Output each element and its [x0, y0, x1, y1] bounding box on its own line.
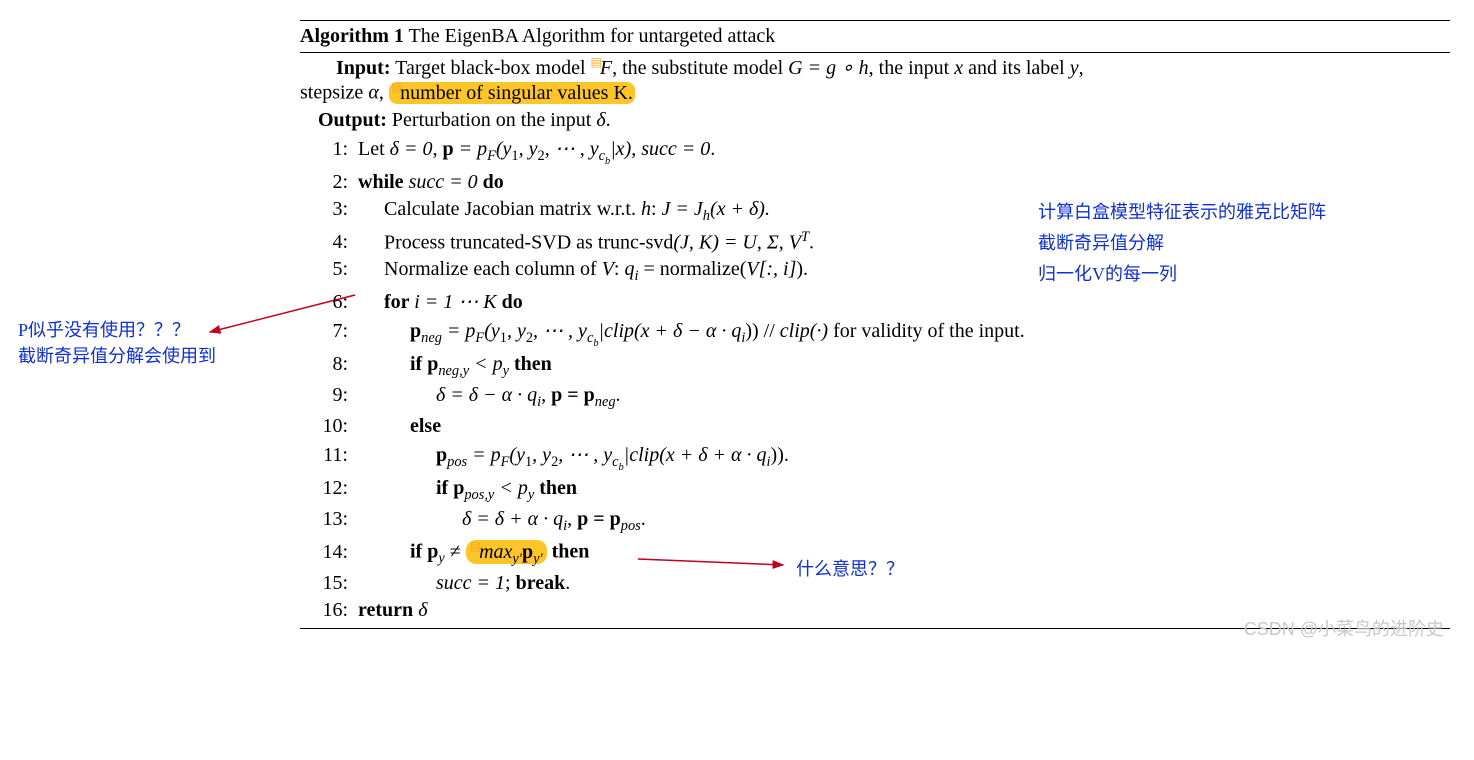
algo-line-12: 12: if ppos,y < py then: [300, 475, 1450, 506]
lineno: 9:: [300, 384, 358, 407]
annotation-line3: 计算白盒模型特征表示的雅克比矩阵: [1038, 198, 1326, 224]
annotation-left-line1: P似乎没有使用？？？: [18, 316, 216, 342]
lineno: 2:: [300, 171, 358, 194]
annotation-left: P似乎没有使用？？？ 截断奇异值分解会使用到: [18, 316, 216, 368]
algo-line-1: 1: Let δ = 0, p = pF(y1, y2, ⋯ , ycb|x),…: [300, 134, 1450, 169]
lineno: 6:: [300, 291, 358, 314]
input-text-5: ,: [1079, 57, 1084, 79]
input-text-3: , the input: [869, 57, 955, 79]
output-text: Perturbation on the input: [387, 109, 596, 131]
algo-line-3: 3: Calculate Jacobian matrix w.r.t. h: J…: [300, 196, 1450, 227]
algo-line-11: 11: ppos = pF(y1, y2, ⋯ , ycb|clip(x + δ…: [300, 440, 1450, 475]
algo-line-2: 2: while succ = 0 do: [300, 169, 1450, 196]
lineno: 12:: [300, 477, 358, 500]
output-section: Output: Perturbation on the input δ.: [300, 107, 1450, 134]
algo-line-6: 6: for i = 1 ⋯ K do: [300, 287, 1450, 316]
input-line2-1: stepsize: [300, 82, 368, 104]
lineno: 15:: [300, 572, 358, 595]
watermark: CSDN @小菜鸟的进阶史: [1244, 615, 1444, 641]
input-section: Input: Target black-box model ▤F, the su…: [300, 53, 1450, 107]
input-G: G = g ∘ h: [788, 57, 868, 79]
annotation-left-line2: 截断奇异值分解会使用到: [18, 342, 216, 368]
algo-line-9: 9: δ = δ − α · qi, p = pneg.: [300, 382, 1450, 413]
input-text-1: Target black-box model: [395, 57, 590, 79]
input-F: F: [600, 57, 612, 79]
input-x: x: [954, 57, 963, 79]
input-highlight-singular: ▤number of singular values K.: [389, 82, 635, 104]
lineno: 13:: [300, 508, 358, 531]
algo-line-8: 8: if pneg,y < py then: [300, 351, 1450, 382]
lineno: 3:: [300, 198, 358, 221]
input-text-4: and its label: [963, 57, 1070, 79]
lineno: 4:: [300, 231, 358, 254]
lineno: 7:: [300, 320, 358, 343]
annotation-line4: 截断奇异值分解: [1038, 229, 1164, 255]
algo-line-14: 14: if py ≠ ▤maxy′py′ then 什么意思？？: [300, 537, 1450, 570]
input-y: y: [1070, 57, 1079, 79]
algo-line-4: 4: Process truncated-SVD as trunc-svd(J,…: [300, 227, 1450, 257]
annotation-line5: 归一化V的每一列: [1038, 260, 1177, 286]
lineno: 1:: [300, 138, 358, 161]
input-text-2: , the substitute model: [612, 57, 788, 79]
highlight-max: ▤maxy′py′: [466, 540, 547, 564]
algo-line-5: 5: Normalize each column of V: qi = norm…: [300, 256, 1450, 287]
algorithm-title: The EigenBA Algorithm for untargeted att…: [404, 25, 775, 47]
algo-line-13: 13: δ = δ + α · qi, p = ppos.: [300, 506, 1450, 537]
lineno: 10:: [300, 415, 358, 438]
lineno: 14:: [300, 541, 358, 564]
lineno: 8:: [300, 353, 358, 376]
lineno: 16:: [300, 599, 358, 622]
algo-line-15: 15: succ = 1; break.: [300, 570, 1450, 597]
input-label: Input:: [336, 57, 390, 79]
output-label: Output:: [318, 109, 387, 131]
lineno: 5:: [300, 258, 358, 281]
algorithm-box: Algorithm 1 The EigenBA Algorithm for un…: [300, 20, 1450, 629]
algorithm-title-row: Algorithm 1 The EigenBA Algorithm for un…: [300, 21, 1450, 52]
input-alpha: α: [368, 82, 379, 104]
lineno: 11:: [300, 444, 358, 467]
algorithm-number: Algorithm 1: [300, 25, 404, 47]
output-delta: δ: [596, 109, 605, 131]
algo-line-10: 10: else: [300, 413, 1450, 440]
input-line2-2: ,: [379, 82, 389, 104]
algo-line-7: 7: pneg = pF(y1, y2, ⋯ , ycb|clip(x + δ …: [300, 316, 1450, 351]
output-period: .: [606, 109, 611, 131]
